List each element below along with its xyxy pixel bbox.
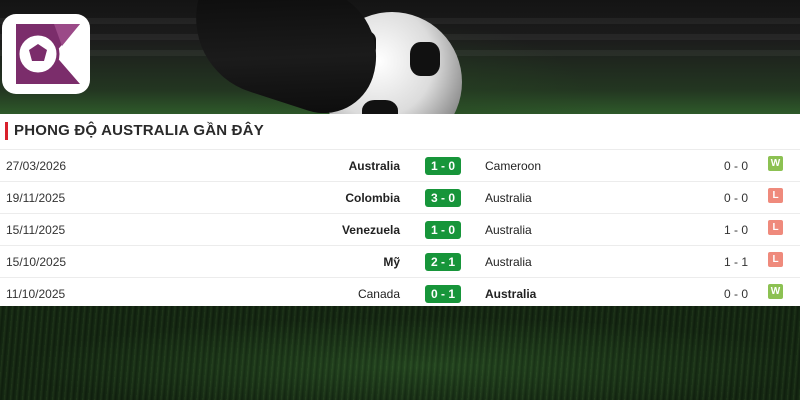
away-team: Australia bbox=[485, 287, 537, 301]
half-time-score: 0 - 0 bbox=[723, 191, 748, 205]
home-team: Venezuela bbox=[341, 223, 400, 237]
home-team: Australia bbox=[348, 159, 400, 173]
match-row[interactable]: 15/11/2025 Venezuela 1 - 0 Australia 1 -… bbox=[0, 214, 800, 246]
result-badge: L bbox=[768, 252, 783, 267]
away-team: Australia bbox=[485, 191, 532, 205]
hero-background bbox=[0, 0, 800, 114]
result-badge: L bbox=[768, 188, 783, 203]
match-row[interactable]: 19/11/2025 Colombia 3 - 0 Australia 0 - … bbox=[0, 182, 800, 214]
score-badge: 1 - 0 bbox=[425, 221, 461, 239]
header-accent-bar bbox=[5, 122, 8, 140]
half-time-score: 0 - 0 bbox=[723, 287, 748, 301]
match-date: 19/11/2025 bbox=[6, 191, 66, 205]
player-boot-image bbox=[176, 0, 394, 114]
match-date: 11/10/2025 bbox=[6, 287, 66, 301]
home-team: Colombia bbox=[345, 191, 400, 205]
site-logo-icon bbox=[16, 24, 80, 84]
match-row[interactable]: 15/10/2025 Mỹ 2 - 1 Australia 1 - 1 L bbox=[0, 246, 800, 278]
away-team: Australia bbox=[485, 255, 532, 269]
half-time-score: 0 - 0 bbox=[723, 159, 748, 173]
result-badge: W bbox=[768, 284, 783, 299]
recent-form-panel: PHONG ĐỘ AUSTRALIA GẦN ĐÂY 27/03/2026 Au… bbox=[0, 114, 800, 306]
away-team: Cameroon bbox=[485, 159, 542, 173]
match-date: 15/11/2025 bbox=[6, 223, 66, 237]
score-badge: 2 - 1 bbox=[425, 253, 461, 271]
result-badge: L bbox=[768, 220, 783, 235]
half-time-score: 1 - 1 bbox=[723, 255, 748, 269]
panel-title: PHONG ĐỘ AUSTRALIA GẦN ĐÂY bbox=[14, 122, 264, 139]
score-badge: 3 - 0 bbox=[425, 189, 461, 207]
home-team: Canada bbox=[357, 287, 400, 301]
panel-header: PHONG ĐỘ AUSTRALIA GẦN ĐÂY bbox=[0, 114, 800, 150]
match-date: 27/03/2026 bbox=[6, 159, 67, 173]
site-logo[interactable] bbox=[2, 14, 90, 94]
home-team: Mỹ bbox=[383, 255, 400, 269]
away-team: Australia bbox=[485, 223, 532, 237]
match-date: 15/10/2025 bbox=[6, 255, 67, 269]
result-badge: W bbox=[768, 156, 783, 171]
score-badge: 1 - 0 bbox=[425, 157, 461, 175]
score-badge: 0 - 1 bbox=[425, 285, 461, 303]
grass-background bbox=[0, 306, 800, 400]
half-time-score: 1 - 0 bbox=[723, 223, 748, 237]
match-row[interactable]: 27/03/2026 Australia 1 - 0 Cameroon 0 - … bbox=[0, 150, 800, 182]
